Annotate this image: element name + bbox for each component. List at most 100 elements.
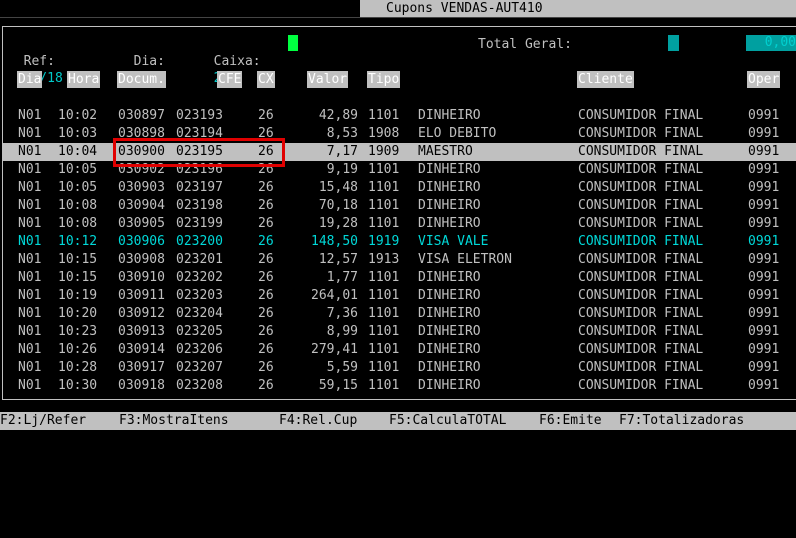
row-tipo: 1101 <box>368 324 400 339</box>
ref-field[interactable]: Ref: 12/18 <box>8 36 63 86</box>
caixa-field[interactable]: Caixa: 26 <box>198 36 261 86</box>
row-hora: 10:08 <box>58 198 98 213</box>
f7-key[interactable]: F7:Totalizadoras <box>619 412 744 430</box>
row-valor: 59,15 <box>318 378 358 393</box>
f3-key[interactable]: F3:MostraItens <box>119 412 229 430</box>
row-cfe: 023193 <box>176 108 223 123</box>
row-oper: 0991 <box>748 324 780 339</box>
table-row[interactable]: N01 10:30 030918 023208 26 59,15 1101 DINHEIRO C… <box>2 377 796 395</box>
row-oper: 0991 <box>748 306 780 321</box>
row-hora: 10:20 <box>58 306 98 321</box>
row-oper: 0991 <box>748 162 780 177</box>
table-row[interactable]: N01 10:08 030905 023199 26 19,28 1101 DINHEIRO C… <box>2 215 796 233</box>
row-cliente: CONSUMIDOR FINAL <box>578 378 704 393</box>
row-cfe: 023208 <box>176 378 223 393</box>
row-valor: 7,17 <box>326 144 358 159</box>
row-cfe: 023205 <box>176 324 223 339</box>
table-row[interactable]: N01 10:15 030910 023202 26 1,77 1101 DINHEIRO CO… <box>2 269 796 287</box>
row-cliente: CONSUMIDOR FINAL <box>578 108 704 123</box>
f6-key[interactable]: F6:Emite <box>539 412 602 430</box>
row-oper: 0991 <box>748 378 780 393</box>
table-row[interactable]: N01 10:28 030917 023207 26 5,59 1101 DINHEIRO CO… <box>2 359 796 377</box>
table-row[interactable]: N01 10:23 030913 023205 26 8,99 1101 DINHEIRO CO… <box>2 323 796 341</box>
row-docum: 030897 <box>118 108 165 123</box>
row-tipo: 1101 <box>368 360 400 375</box>
row-cfe: 023201 <box>176 252 223 267</box>
row-cx: 26 <box>258 288 274 303</box>
row-docum: 030917 <box>118 360 165 375</box>
total-label: Total Geral: <box>478 37 572 52</box>
row-dia: N01 <box>18 288 42 303</box>
row-tipo: 1101 <box>368 342 400 357</box>
row-oper: 0991 <box>748 108 780 123</box>
f5-key[interactable]: F5:CalculaTOTAL <box>389 412 506 430</box>
row-dia: N01 <box>18 162 42 177</box>
row-cx: 26 <box>258 198 274 213</box>
table-row[interactable]: N01 10:26 030914 023206 26 279,41 1101 DINHEIRO… <box>2 341 796 359</box>
text-cursor <box>288 35 298 51</box>
col-cx: CX <box>257 71 275 88</box>
row-forma-pagamento: DINHEIRO <box>418 288 481 303</box>
row-valor: 15,48 <box>318 180 358 195</box>
table-row[interactable]: N01 10:19 030911 023203 26 264,01 1101 DINHEIRO… <box>2 287 796 305</box>
row-oper: 0991 <box>748 342 780 357</box>
table-row[interactable]: N01 10:20 030912 023204 26 7,36 1101 DINHEIRO CO… <box>2 305 796 323</box>
row-forma-pagamento: DINHEIRO <box>418 306 481 321</box>
row-hora: 10:03 <box>58 126 98 141</box>
row-cliente: CONSUMIDOR FINAL <box>578 144 704 159</box>
table-row[interactable]: N01 10:05 030903 023197 26 15,48 1101 DINHEIRO C… <box>2 179 796 197</box>
dia-field[interactable]: Dia: 01 <box>118 36 165 86</box>
row-oper: 0991 <box>748 252 780 267</box>
row-oper: 0991 <box>748 270 780 285</box>
row-tipo: 1101 <box>368 198 400 213</box>
row-hora: 10:04 <box>58 144 98 159</box>
row-cx: 26 <box>258 270 274 285</box>
row-tipo: 1101 <box>368 306 400 321</box>
row-dia: N01 <box>18 270 42 285</box>
row-cx: 26 <box>258 216 274 231</box>
row-cx: 26 <box>258 252 274 267</box>
row-tipo: 1909 <box>368 144 400 159</box>
table-row[interactable]: N01 10:02 030897 023193 26 42,89 1101 DINHEIRO C… <box>2 107 796 125</box>
row-valor: 5,59 <box>326 360 358 375</box>
row-cliente: CONSUMIDOR FINAL <box>578 216 704 231</box>
row-oper: 0991 <box>748 216 780 231</box>
row-oper: 0991 <box>748 144 780 159</box>
col-cfe: CFE <box>217 71 243 88</box>
row-cx: 26 <box>258 342 274 357</box>
row-forma-pagamento: DINHEIRO <box>418 360 481 375</box>
row-cx: 26 <box>258 360 274 375</box>
table-row[interactable]: N01 10:15 030908 023201 26 12,57 1913 VISA ELET… <box>2 251 796 269</box>
row-cliente: CONSUMIDOR FINAL <box>578 306 704 321</box>
total-indicator <box>668 35 679 51</box>
row-valor: 8,99 <box>326 324 358 339</box>
dia-label: Dia: <box>133 54 165 69</box>
table-row[interactable]: N01 10:08 030904 023198 26 70,18 1101 DINHEIRO C… <box>2 197 796 215</box>
row-tipo: 1101 <box>368 180 400 195</box>
row-forma-pagamento: DINHEIRO <box>418 198 481 213</box>
row-dia: N01 <box>18 324 42 339</box>
row-oper: 0991 <box>748 234 780 249</box>
col-tipo: Tipo <box>367 71 401 88</box>
row-oper: 0991 <box>748 360 780 375</box>
row-dia: N01 <box>18 126 42 141</box>
row-cliente: CONSUMIDOR FINAL <box>578 288 704 303</box>
f2-key[interactable]: F2:Lj/Refer <box>0 412 86 430</box>
row-dia: N01 <box>18 252 42 267</box>
row-hora: 10:15 <box>58 252 98 267</box>
row-valor: 279,41 <box>311 342 358 357</box>
row-forma-pagamento: DINHEIRO <box>418 342 481 357</box>
row-cx: 26 <box>258 108 274 123</box>
table-row[interactable]: N01 10:12 030906 023200 26 148,50 1919 VISA VAL… <box>2 233 796 251</box>
f4-key[interactable]: F4:Rel.Cup <box>279 412 357 430</box>
highlight-box <box>113 138 285 167</box>
row-cfe: 023202 <box>176 270 223 285</box>
row-cx: 26 <box>258 234 274 249</box>
row-valor: 148,50 <box>311 234 358 249</box>
row-cliente: CONSUMIDOR FINAL <box>578 342 704 357</box>
row-valor: 264,01 <box>311 288 358 303</box>
row-cliente: CONSUMIDOR FINAL <box>578 198 704 213</box>
row-tipo: 1101 <box>368 216 400 231</box>
row-hora: 10:05 <box>58 180 98 195</box>
row-cfe: 023207 <box>176 360 223 375</box>
